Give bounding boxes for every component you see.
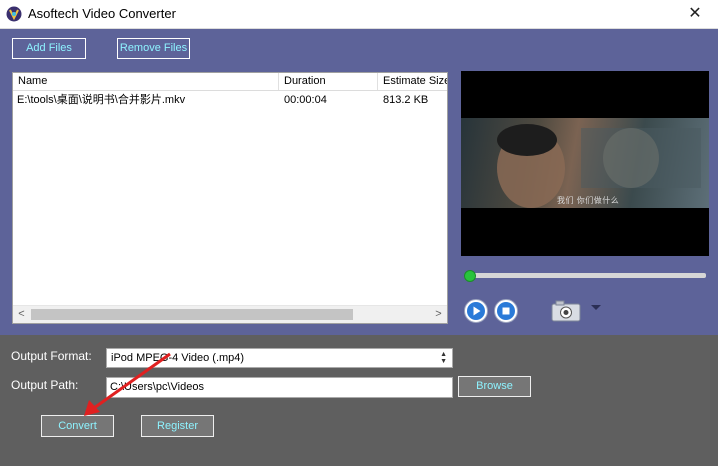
snapshot-button[interactable] [551,300,581,322]
video-subtitle: 我们 你们做什么 [557,196,620,205]
output-format-label: Output Format: [11,349,92,363]
app-logo-icon [6,6,22,22]
file-duration-cell: 00:00:04 [284,94,327,106]
chevron-down-icon [591,305,601,310]
seek-bar[interactable] [466,273,706,278]
scroll-left-icon[interactable]: < [13,306,30,323]
file-size-cell: 813.2 KB [383,94,429,106]
close-button[interactable]: ✕ [672,0,718,28]
scrollbar-thumb[interactable] [31,309,353,320]
column-header-name[interactable]: Name [13,73,279,90]
remove-files-button[interactable]: Remove Files [117,38,190,59]
stop-icon [497,302,515,320]
close-icon: ✕ [688,5,702,22]
horizontal-scrollbar[interactable]: < > [13,305,447,323]
play-button[interactable] [464,299,488,323]
play-icon [467,302,485,320]
file-list-header: Name Duration Estimate Size [13,73,447,91]
file-list[interactable]: Name Duration Estimate Size E:\tools\桌面\… [12,72,448,324]
output-format-value: iPod MPEG-4 Video (.mp4) [111,352,245,364]
stop-button[interactable] [494,299,518,323]
register-button[interactable]: Register [141,415,214,437]
output-format-select[interactable]: iPod MPEG-4 Video (.mp4) ▲ ▼ [106,348,453,368]
seek-handle[interactable] [464,270,476,282]
table-row[interactable]: E:\tools\桌面\说明书\合并影片.mkv 00:00:04 813.2 … [13,91,447,109]
camera-icon [551,300,581,322]
select-arrows-icon: ▲ ▼ [440,351,447,365]
convert-button[interactable]: Convert [41,415,114,437]
output-path-field[interactable]: C:\Users\pc\Videos [106,377,453,398]
file-name-cell: E:\tools\桌面\说明书\合并影片.mkv [17,94,186,106]
title-bar: Asoftech Video Converter ✕ [0,0,718,29]
window-title: Asoftech Video Converter [28,6,176,21]
output-path-label: Output Path: [11,378,79,392]
add-files-button[interactable]: Add Files [12,38,86,59]
video-frame-image: 我们 你们做什么 [461,118,709,208]
column-header-duration[interactable]: Duration [279,73,378,90]
app-window: Asoftech Video Converter ✕ Add Files Rem… [0,0,718,466]
column-header-size[interactable]: Estimate Size [378,73,447,90]
snapshot-dropdown[interactable] [589,303,603,313]
video-preview: 我们 你们做什么 [461,71,709,256]
scroll-right-icon[interactable]: > [430,306,447,323]
browse-button[interactable]: Browse [458,376,531,397]
